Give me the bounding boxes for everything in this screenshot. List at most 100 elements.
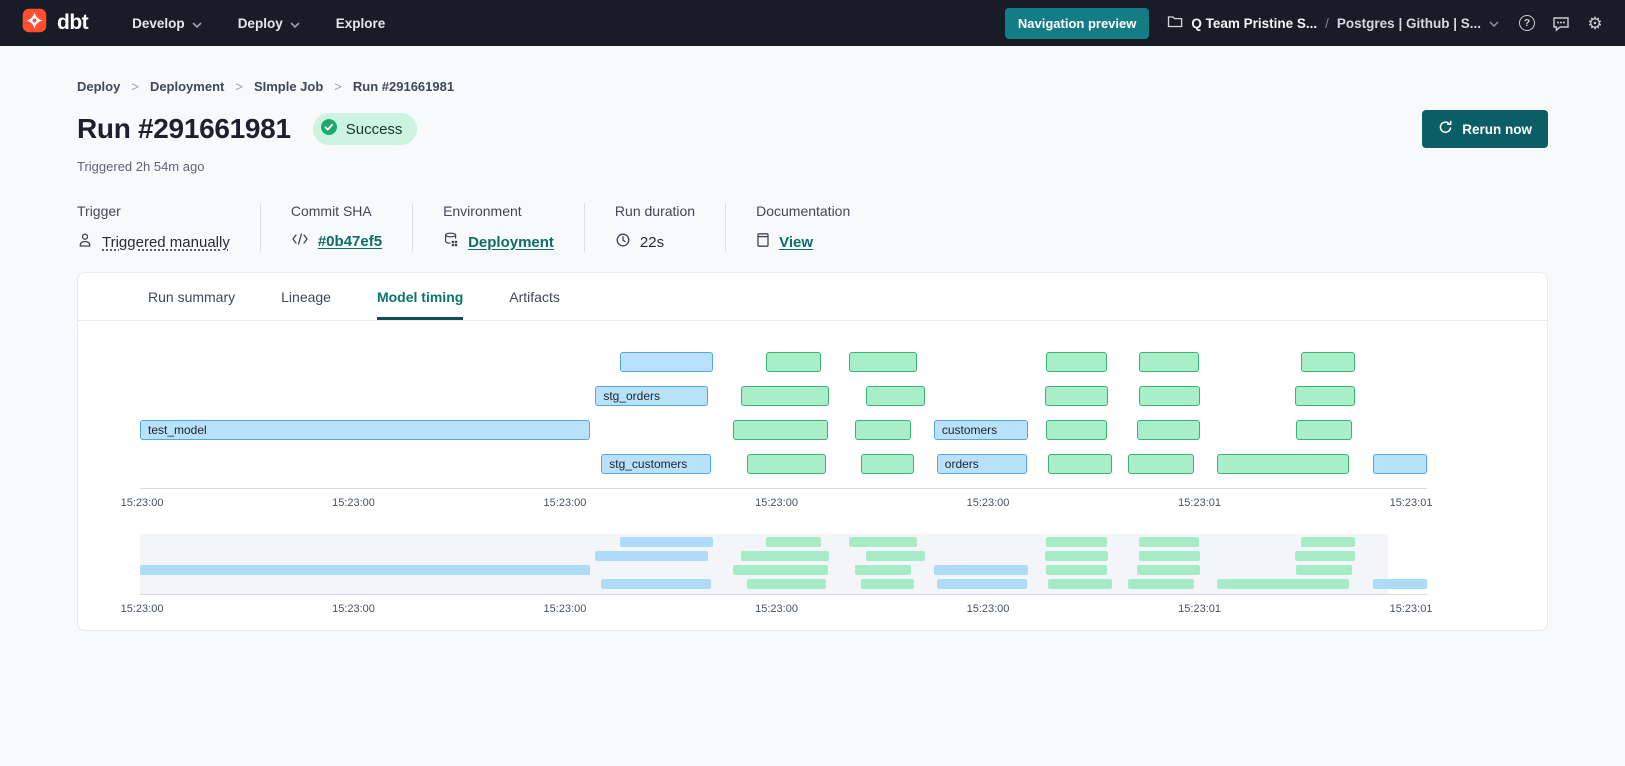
overview-bar-stg_orders (595, 551, 708, 561)
meta-commit-sha: Commit SHA #0b47ef5 (291, 203, 413, 252)
gantt-bar-label: stg_orders (603, 389, 660, 403)
axis-tick-label: 15:23:00 (121, 497, 164, 509)
breadcrumb-item[interactable]: SImple Job (254, 79, 323, 94)
gantt-bar-customers[interactable]: customers (934, 420, 1028, 440)
document-icon (756, 232, 770, 252)
gantt-bar[interactable] (1139, 352, 1199, 372)
gantt-bar-stg_customers[interactable]: stg_customers (601, 454, 711, 474)
settings-gear-icon[interactable]: ⚙ (1585, 13, 1605, 33)
overview-bar (849, 537, 917, 547)
breadcrumb-item[interactable]: Deploy (77, 79, 120, 94)
gantt-bar[interactable] (866, 386, 925, 406)
overview-bar (1046, 565, 1108, 575)
gantt-bar[interactable] (620, 352, 713, 372)
gantt-bar[interactable] (861, 454, 914, 474)
dbt-logo-icon (20, 6, 49, 40)
axis-tick-label: 15:23:00 (544, 497, 587, 509)
axis-tick-label: 15:23:00 (332, 603, 375, 615)
gantt-bar[interactable] (1301, 352, 1355, 372)
breadcrumb-item[interactable]: Deployment (150, 79, 224, 94)
database-icon (443, 232, 459, 252)
commit-sha-link[interactable]: #0b47ef5 (318, 233, 382, 250)
page-content: Deploy>Deployment>SImple Job>Run #291661… (0, 79, 1625, 631)
environment-link[interactable]: Deployment (468, 234, 554, 251)
gantt-bar[interactable] (1296, 420, 1352, 440)
gantt-bar[interactable] (1045, 386, 1108, 406)
gantt-bar-label: test_model (148, 423, 207, 437)
meta-run-duration: Run duration 22s (615, 203, 726, 252)
overview-bar (855, 565, 911, 575)
tab-lineage[interactable]: Lineage (281, 273, 331, 320)
run-meta-row: Trigger Triggered manually Commit SHA #0… (77, 203, 1548, 252)
triggered-timestamp: Triggered 2h 54m ago (77, 159, 1548, 174)
status-badge-label: Success (346, 121, 403, 138)
overview-bar (741, 551, 829, 561)
model-timing-gantt: stg_orders test_model customers stg_custome… (140, 352, 1427, 474)
rerun-now-button[interactable]: Rerun now (1422, 110, 1548, 148)
meta-documentation: Documentation View (756, 203, 880, 252)
help-icon[interactable]: ? (1517, 13, 1537, 33)
gantt-bar[interactable] (1217, 454, 1349, 474)
tab-model-timing[interactable]: Model timing (377, 273, 463, 320)
menu-develop[interactable]: Develop (132, 16, 202, 31)
overview-bar (1045, 551, 1108, 561)
axis-tick-label: 15:23:00 (332, 497, 375, 509)
gantt-bar-orders[interactable]: orders (937, 454, 1027, 474)
gantt-row: stg_customers orders (140, 454, 1427, 474)
gantt-bar[interactable] (741, 386, 829, 406)
account-switcher[interactable]: Q Team Pristine S... / Postgres | Github… (1167, 14, 1499, 33)
brand-text: dbt (57, 11, 88, 35)
overview-time-axis: 15:23:0015:23:0015:23:0015:23:0015:23:00… (140, 594, 1427, 618)
overview-bar-orders (937, 579, 1027, 589)
gantt-bar[interactable] (1139, 386, 1200, 406)
overview-bar (747, 579, 826, 589)
overview-bar-customers (934, 565, 1028, 575)
gantt-bar[interactable] (766, 352, 821, 372)
axis-tick-label: 15:23:01 (1390, 497, 1433, 509)
tab-run-summary[interactable]: Run summary (148, 273, 235, 320)
documentation-view-link[interactable]: View (779, 234, 813, 251)
axis-tick-label: 15:23:01 (1178, 603, 1221, 615)
page-title: Run #291661981 (77, 113, 291, 145)
gantt-bar-test_model[interactable]: test_model (140, 420, 590, 440)
gantt-bar[interactable] (1128, 454, 1195, 474)
menu-deploy[interactable]: Deploy (238, 16, 300, 31)
overview-bar (1217, 579, 1349, 589)
gantt-bar[interactable] (1373, 454, 1427, 474)
feedback-icon[interactable] (1551, 13, 1571, 33)
gantt-bar[interactable] (1048, 454, 1112, 474)
gantt-bar[interactable] (747, 454, 826, 474)
gantt-bar-stg_orders[interactable]: stg_orders (595, 386, 708, 406)
tab-artifacts[interactable]: Artifacts (509, 273, 560, 320)
chevron-down-icon (1489, 14, 1499, 32)
navigation-preview-button[interactable]: Navigation preview (1005, 8, 1149, 39)
chevron-down-icon (290, 16, 300, 31)
axis-tick-label: 15:23:01 (1390, 603, 1433, 615)
overview-bar (1373, 579, 1427, 589)
overview-bar (1046, 537, 1108, 547)
trigger-value: Triggered manually (102, 234, 230, 251)
gantt-row: stg_orders (140, 386, 1427, 406)
gantt-bar[interactable] (1295, 386, 1355, 406)
overview-bar (1137, 565, 1200, 575)
gantt-bar[interactable] (1046, 352, 1108, 372)
dbt-logo[interactable]: dbt (20, 6, 88, 40)
success-check-icon (320, 118, 338, 140)
gantt-bar[interactable] (855, 420, 911, 440)
run-duration-value: 22s (640, 234, 664, 251)
overview-row (140, 579, 1427, 589)
gantt-bar[interactable] (1137, 420, 1200, 440)
clock-icon (615, 232, 631, 252)
menu-explore[interactable]: Explore (336, 16, 386, 31)
gantt-bar[interactable] (1046, 420, 1108, 440)
timeline-overview[interactable] (140, 534, 1427, 594)
axis-tick-label: 15:23:01 (1178, 497, 1221, 509)
axis-tick-label: 15:23:00 (967, 603, 1010, 615)
breadcrumb: Deploy>Deployment>SImple Job>Run #291661… (77, 79, 1548, 94)
overview-bar (861, 579, 914, 589)
overview-bar (766, 537, 821, 547)
axis-tick-label: 15:23:00 (544, 603, 587, 615)
refresh-icon (1438, 120, 1453, 138)
gantt-bar[interactable] (849, 352, 917, 372)
gantt-bar[interactable] (733, 420, 828, 440)
